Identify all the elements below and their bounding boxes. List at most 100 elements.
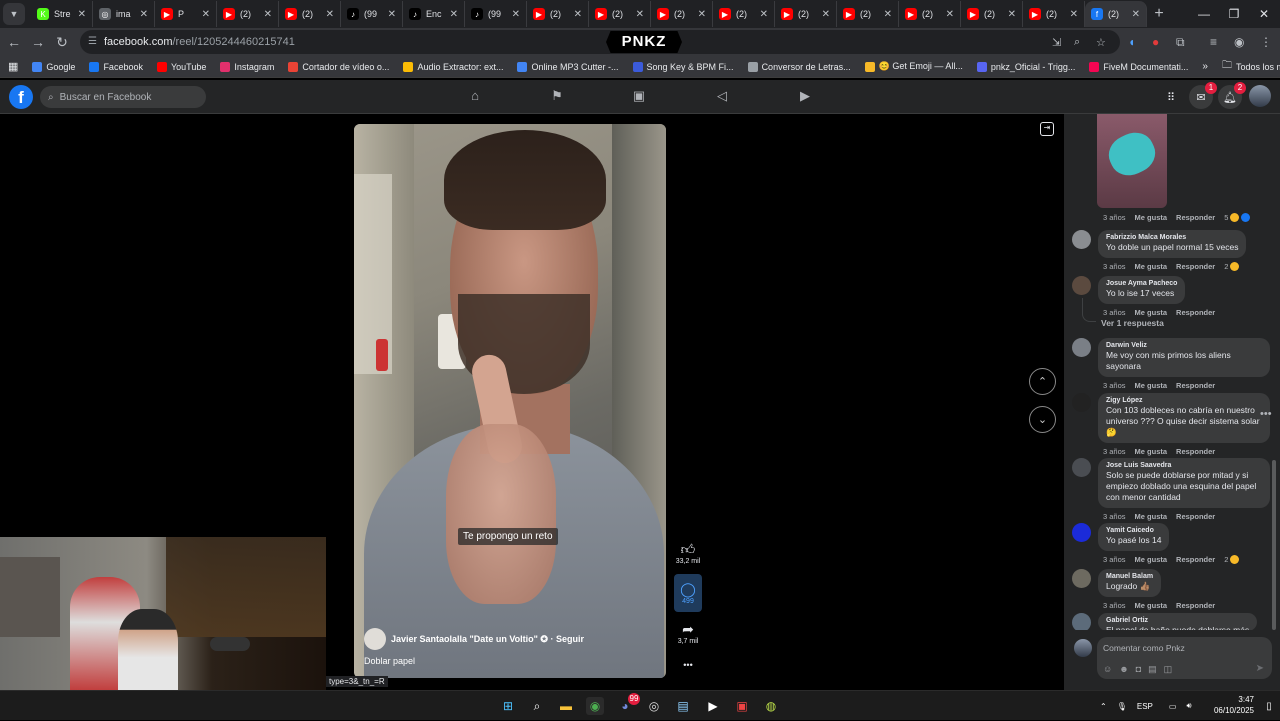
close-tab-icon[interactable]: ✕	[698, 9, 706, 20]
browser-tab[interactable]: ♪ Enc ✕	[403, 1, 465, 27]
bookmark-star-icon[interactable]: ☆	[1096, 36, 1106, 49]
commenter-name[interactable]: Josue Ayma Pacheco	[1106, 280, 1177, 287]
comment-input[interactable]: Comentar como Pnkz ☺ ☻ ◘ ▤ ◫ ➤	[1097, 637, 1272, 679]
windows-start-icon[interactable]: ⊞	[499, 697, 517, 715]
comment-reply-link[interactable]: Responder	[1176, 213, 1215, 222]
ads-megaphone-icon[interactable]: ◁	[713, 88, 731, 106]
notepad-icon[interactable]: ▤	[674, 697, 692, 715]
bookmark-item[interactable]: Online MP3 Cutter -...	[510, 61, 625, 72]
browser-tab[interactable]: ▶ (2) ✕	[651, 1, 713, 27]
close-tab-icon[interactable]: ✕	[264, 9, 272, 20]
comment-like-link[interactable]: Me gusta	[1135, 213, 1168, 222]
close-tab-icon[interactable]: ✕	[326, 9, 334, 20]
commenter-avatar[interactable]	[1072, 230, 1091, 249]
restore-icon[interactable]: ❐	[1218, 0, 1250, 28]
close-tab-icon[interactable]: ✕	[1070, 9, 1078, 20]
comment-like-link[interactable]: Me gusta	[1135, 512, 1168, 521]
app-icon[interactable]: ◍	[762, 697, 780, 715]
next-reel-down-icon[interactable]: ⌄	[1029, 406, 1056, 433]
media-player-icon[interactable]: ▶	[704, 697, 722, 715]
comment-like-link[interactable]: Me gusta	[1135, 447, 1168, 456]
comment-image[interactable]	[1097, 114, 1167, 208]
reaction-summary[interactable]: 2	[1224, 555, 1240, 564]
forward-icon[interactable]: →	[26, 30, 50, 54]
bookmark-item[interactable]: Google	[25, 61, 82, 72]
notifications-bell-icon[interactable]: 🔔︎ 2	[1218, 82, 1246, 109]
back-icon[interactable]: ←	[2, 30, 26, 54]
bookmark-item[interactable]: YouTube	[150, 61, 213, 72]
bookmark-item[interactable]: Facebook	[82, 61, 150, 72]
reel-video[interactable]: Te propongo un reto Javier Santaolalla "…	[354, 124, 666, 678]
close-tab-icon[interactable]: ✕	[202, 9, 210, 20]
bookmark-item[interactable]: Conversor de Letras...	[741, 61, 858, 72]
browser-tab[interactable]: ▶ (2) ✕	[279, 1, 341, 27]
gif-icon[interactable]: ▤	[1148, 664, 1157, 675]
close-tab-icon[interactable]: ✕	[636, 9, 644, 20]
address-bar[interactable]: ☰ facebook.com/reel/1205244460215741 ⇲ ⌕…	[80, 30, 1120, 54]
comment-like-link[interactable]: Me gusta	[1135, 381, 1168, 390]
notification-center-icon[interactable]: ▯	[1260, 697, 1278, 715]
camera-icon[interactable]: ◘	[1136, 664, 1141, 675]
bookmark-item[interactable]: Cortador de vídeo o...	[281, 61, 396, 72]
media-control-icon[interactable]: ≡	[1210, 35, 1217, 49]
comment-reply-link[interactable]: Responder	[1176, 601, 1215, 610]
close-tab-icon[interactable]: ✕	[822, 9, 830, 20]
browser-tab[interactable]: f (2) ✕	[1085, 1, 1147, 27]
previous-reel-up-icon[interactable]: ⌃	[1029, 368, 1056, 395]
emoji-icon[interactable]: ☻	[1119, 664, 1128, 675]
close-tab-icon[interactable]: ✕	[884, 9, 892, 20]
reaction-summary[interactable]: 5	[1224, 213, 1251, 222]
site-info-icon[interactable]: ☰	[88, 36, 98, 48]
browser-tab[interactable]: ▶ (2) ✕	[527, 1, 589, 27]
extension-audio-icon[interactable]: ◖	[1128, 35, 1135, 49]
commenter-avatar[interactable]	[1072, 276, 1091, 295]
browser-tab[interactable]: ♪ (99 ✕	[341, 1, 403, 27]
extensions-icon[interactable]: ⧉	[1176, 35, 1185, 50]
bookmark-item[interactable]: Audio Extractor: ext...	[396, 61, 510, 72]
reel-author[interactable]: Javier Santaolalla "Date un Voltio" ✪ · …	[364, 628, 584, 650]
microphone-icon[interactable]: 🎙︎	[1117, 702, 1127, 711]
commenter-avatar[interactable]	[1072, 523, 1091, 542]
comment-like-link[interactable]: Me gusta	[1135, 601, 1168, 610]
commenter-name[interactable]: Manuel Balam	[1106, 573, 1153, 580]
messenger-icon[interactable]: ✉ 1	[1189, 82, 1217, 109]
close-tab-icon[interactable]: ✕	[140, 9, 148, 20]
commenter-avatar[interactable]	[1072, 338, 1091, 357]
close-tab-icon[interactable]: ✕	[946, 9, 954, 20]
bookmark-item[interactable]: pnkz_Oficial - Trigg...	[970, 61, 1083, 72]
browser-tab[interactable]: K Stre ✕	[31, 1, 93, 27]
avatar-sticker-icon[interactable]: ☺	[1103, 664, 1112, 675]
view-replies-link[interactable]: Ver 1 respuesta	[1101, 318, 1164, 328]
bookmark-item[interactable]: Instagram	[213, 61, 281, 72]
zoom-icon[interactable]: ⌕	[1074, 36, 1080, 49]
reaction-summary[interactable]: 2	[1224, 262, 1240, 271]
send-icon[interactable]: ➤	[1256, 663, 1264, 674]
commenter-name[interactable]: Jose Luis Saavedra	[1106, 462, 1262, 469]
author-avatar[interactable]	[364, 628, 386, 650]
comment-reply-link[interactable]: Responder	[1176, 262, 1215, 271]
close-tab-icon[interactable]: ✕	[78, 9, 86, 20]
comments-scrollbar[interactable]	[1272, 460, 1276, 630]
bookmark-item[interactable]: Song Key & BPM Fi...	[626, 61, 741, 72]
commenter-name[interactable]: Gabriel Ortiz	[1106, 617, 1249, 624]
browser-tab[interactable]: ▶ (2) ✕	[775, 1, 837, 27]
capture-tool-icon[interactable]: ▣	[733, 697, 751, 715]
more-bookmarks-icon[interactable]: »	[1195, 61, 1215, 72]
browser-tab[interactable]: ▶ (2) ✕	[589, 1, 651, 27]
browser-tab[interactable]: ▶ (2) ✕	[713, 1, 775, 27]
facebook-logo-icon[interactable]: f	[9, 85, 33, 109]
commenter-name[interactable]: Zigy López	[1106, 397, 1262, 404]
close-tab-icon[interactable]: ✕	[1132, 9, 1140, 20]
comment-like-link[interactable]: Me gusta	[1135, 555, 1168, 564]
install-app-icon[interactable]: ⇲	[1052, 36, 1061, 49]
comment-reply-link[interactable]: Responder	[1176, 512, 1215, 521]
profile-icon[interactable]: ◉	[1234, 35, 1244, 49]
browser-tab[interactable]: ▶ (2) ✕	[837, 1, 899, 27]
comment-reply-link[interactable]: Responder	[1176, 555, 1215, 564]
commenter-avatar[interactable]	[1072, 569, 1091, 588]
share-button[interactable]: ➦ 3,7 mil	[674, 614, 702, 652]
close-tab-icon[interactable]: ✕	[760, 9, 768, 20]
comment-reply-link[interactable]: Responder	[1176, 447, 1215, 456]
video-icon[interactable]: ▶	[796, 88, 814, 106]
all-bookmarks-button[interactable]: 🗀Todos los marcadores	[1215, 58, 1280, 75]
